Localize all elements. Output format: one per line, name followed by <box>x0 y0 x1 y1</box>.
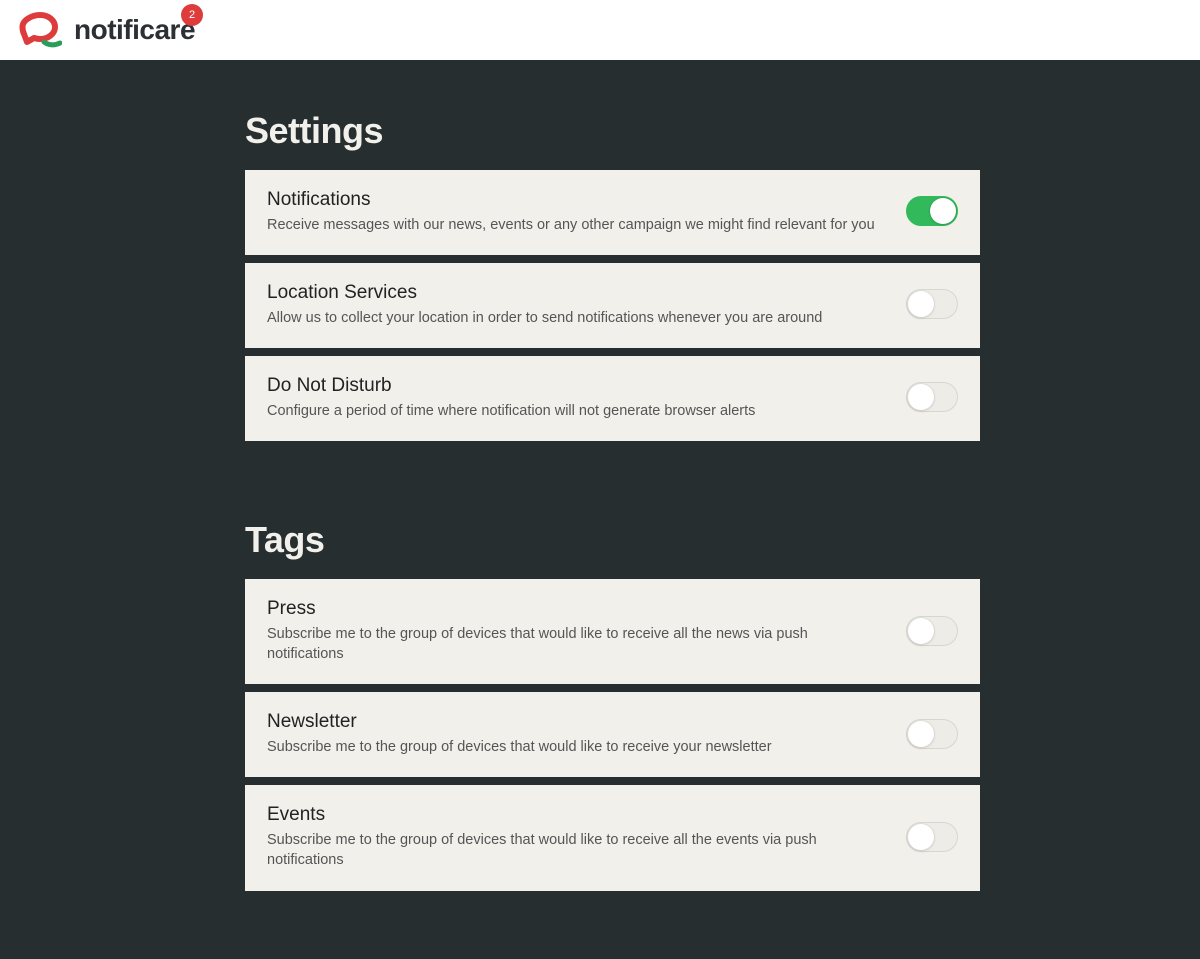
toggle-location[interactable] <box>906 289 958 319</box>
section-title-settings: Settings <box>245 110 980 152</box>
brand-mark-icon <box>18 12 62 48</box>
tag-text: Press Subscribe me to the group of devic… <box>267 597 886 664</box>
header: notificare 2 <box>0 0 1200 60</box>
notification-badge[interactable]: 2 <box>181 4 203 26</box>
brand-name: notificare <box>74 14 195 46</box>
tag-row-press: Press Subscribe me to the group of devic… <box>245 579 980 684</box>
setting-text: Do Not Disturb Configure a period of tim… <box>267 374 886 421</box>
setting-title: Notifications <box>267 188 886 213</box>
tag-description: Subscribe me to the group of devices tha… <box>267 624 886 665</box>
toggle-events[interactable] <box>906 822 958 852</box>
tag-row-events: Events Subscribe me to the group of devi… <box>245 785 980 890</box>
toggle-newsletter[interactable] <box>906 719 958 749</box>
section-title-tags: Tags <box>245 519 980 561</box>
setting-description: Allow us to collect your location in ord… <box>267 308 886 328</box>
tag-title: Press <box>267 597 886 622</box>
toggle-dnd[interactable] <box>906 382 958 412</box>
setting-row-dnd: Do Not Disturb Configure a period of tim… <box>245 356 980 441</box>
tag-description: Subscribe me to the group of devices tha… <box>267 830 886 871</box>
tag-description: Subscribe me to the group of devices tha… <box>267 737 886 757</box>
setting-title: Do Not Disturb <box>267 374 886 399</box>
tag-text: Events Subscribe me to the group of devi… <box>267 803 886 870</box>
setting-text: Notifications Receive messages with our … <box>267 188 886 235</box>
setting-row-location: Location Services Allow us to collect yo… <box>245 263 980 348</box>
setting-row-notifications: Notifications Receive messages with our … <box>245 170 980 255</box>
setting-text: Location Services Allow us to collect yo… <box>267 281 886 328</box>
toggle-notifications[interactable] <box>906 196 958 226</box>
content-container: Settings Notifications Receive messages … <box>245 110 980 891</box>
setting-title: Location Services <box>267 281 886 306</box>
setting-description: Receive messages with our news, events o… <box>267 215 886 235</box>
tag-text: Newsletter Subscribe me to the group of … <box>267 710 886 757</box>
toggle-press[interactable] <box>906 616 958 646</box>
brand-logo[interactable]: notificare 2 <box>18 12 195 48</box>
page-body: Settings Notifications Receive messages … <box>0 60 1200 959</box>
tag-title: Newsletter <box>267 710 886 735</box>
tag-row-newsletter: Newsletter Subscribe me to the group of … <box>245 692 980 777</box>
tag-title: Events <box>267 803 886 828</box>
setting-description: Configure a period of time where notific… <box>267 401 886 421</box>
